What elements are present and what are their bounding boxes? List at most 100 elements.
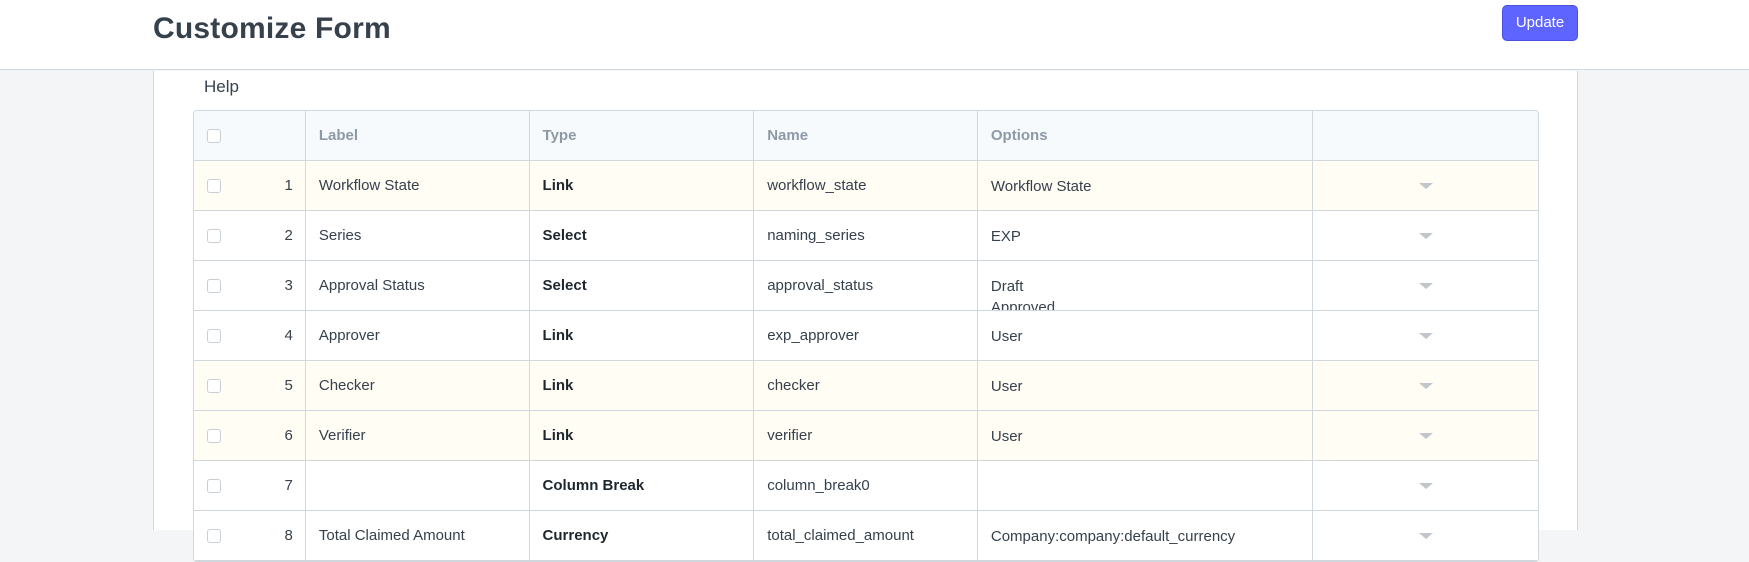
field-options-cell[interactable]: Company:company:default_currency [978,511,1314,560]
row-index-cell: 7 [194,461,306,510]
field-option-line: Workflow State [990,178,1092,195]
field-name-cell[interactable]: checker [754,361,978,410]
field-name-cell[interactable]: exp_approver [754,311,978,360]
field-options-cell[interactable]: User [978,411,1314,460]
row-index: 2 [284,227,293,244]
field-label-cell[interactable]: Verifier [306,411,530,460]
field-label-cell[interactable]: Total Claimed Amount [306,511,530,560]
field-name-cell[interactable]: workflow_state [754,161,978,210]
field-options-cell[interactable]: User [978,361,1314,410]
field-label-cell[interactable]: Checker [306,361,530,410]
row-index: 1 [284,177,293,194]
column-header-type: Type [530,111,755,160]
field-option-line: Approved [990,299,1056,310]
form-content: Help Label Type Name Options 1 Workflow S… [153,71,1578,562]
field-options-cell[interactable] [978,461,1314,510]
row-edit-toggle[interactable] [1313,261,1538,310]
field-type-cell[interactable]: Link [530,361,755,410]
row-select-checkbox[interactable] [207,228,221,243]
field-type-cell[interactable]: Link [530,311,755,360]
page-header: Customize Form Update [0,0,1749,70]
row-index-cell: 5 [194,361,306,410]
select-all-checkbox[interactable] [207,128,221,143]
field-name-cell[interactable]: naming_series [754,211,978,260]
field-type-cell[interactable]: Link [530,411,755,460]
row-index-cell: 4 [194,311,306,360]
table-row[interactable]: 4 Approver Link exp_approver User [194,311,1538,361]
field-option-line: Draft [990,278,1024,295]
chevron-down-icon [1418,182,1433,189]
grid-header-row: Label Type Name Options [194,111,1538,161]
field-label-cell[interactable]: Approver [306,311,530,360]
chevron-down-icon [1418,382,1433,389]
field-type-cell[interactable]: Select [530,261,755,310]
row-index: 3 [284,277,293,294]
row-select-checkbox[interactable] [207,178,221,193]
column-header-name: Name [754,111,978,160]
column-header-actions [1313,111,1538,160]
field-name-cell[interactable]: column_break0 [754,461,978,510]
row-index-cell: 6 [194,411,306,460]
row-select-checkbox[interactable] [207,378,221,393]
row-index: 4 [284,327,293,344]
field-label-cell[interactable] [306,461,530,510]
table-row[interactable]: 7 Column Break column_break0 [194,461,1538,511]
row-select-checkbox[interactable] [207,528,221,543]
field-options-cell[interactable]: EXP [978,211,1314,260]
row-edit-toggle[interactable] [1313,161,1538,210]
row-edit-toggle[interactable] [1313,311,1538,360]
chevron-down-icon [1418,532,1433,539]
field-option-line: User [990,378,1023,395]
row-select-checkbox[interactable] [207,278,221,293]
field-type-cell[interactable]: Column Break [530,461,755,510]
table-row[interactable]: 8 Total Claimed Amount Currency total_claim… [194,511,1538,561]
field-option-line: EXP [990,228,1021,245]
chevron-down-icon [1418,482,1433,489]
table-row[interactable]: 2 Series Select naming_series EXP [194,211,1538,261]
row-edit-toggle[interactable] [1313,461,1538,510]
table-row[interactable]: 5 Checker Link checker User [194,361,1538,411]
table-row[interactable]: 3 Approval Status Select approval_status Dra… [194,261,1538,311]
field-name-cell[interactable]: verifier [754,411,978,460]
row-index: 7 [284,477,293,494]
grid-body: 1 Workflow State Link workflow_state Workflo… [194,161,1538,561]
row-edit-toggle[interactable] [1313,411,1538,460]
field-label-cell[interactable]: Approval Status [306,261,530,310]
field-option-line: Company:company:default_currency [990,528,1236,545]
page-title: Customize Form [153,12,391,45]
row-select-checkbox[interactable] [207,328,221,343]
chevron-down-icon [1418,232,1433,239]
grid-header-select-cell [194,111,306,160]
field-label-cell[interactable]: Series [306,211,530,260]
field-label-cell[interactable]: Workflow State [306,161,530,210]
table-row[interactable]: 6 Verifier Link verifier User [194,411,1538,461]
row-index-cell: 2 [194,211,306,260]
field-options-cell[interactable]: Draft Approved [978,261,1314,310]
chevron-down-icon [1418,282,1433,289]
row-index-cell: 3 [194,261,306,310]
field-name-cell[interactable]: total_claimed_amount [754,511,978,560]
row-edit-toggle[interactable] [1313,211,1538,260]
field-name-cell[interactable]: approval_status [754,261,978,310]
row-select-checkbox[interactable] [207,478,221,493]
field-type-cell[interactable]: Select [530,211,755,260]
chevron-down-icon [1418,332,1433,339]
fields-grid: Label Type Name Options 1 Workflow State L… [193,110,1539,562]
row-index: 6 [284,427,293,444]
row-edit-toggle[interactable] [1313,511,1538,560]
field-option-line: User [990,328,1023,345]
field-type-cell[interactable]: Link [530,161,755,210]
row-index: 5 [284,377,293,394]
row-index-cell: 8 [194,511,306,560]
field-option-line: User [990,428,1023,445]
field-options-cell[interactable]: User [978,311,1314,360]
row-select-checkbox[interactable] [207,428,221,443]
table-row[interactable]: 1 Workflow State Link workflow_state Workflo… [194,161,1538,211]
row-edit-toggle[interactable] [1313,361,1538,410]
column-header-options: Options [978,111,1314,160]
field-options-cell[interactable]: Workflow State [978,161,1314,210]
update-button[interactable]: Update [1502,5,1578,41]
field-type-cell[interactable]: Currency [530,511,755,560]
chevron-down-icon [1418,432,1433,439]
row-index-cell: 1 [194,161,306,210]
